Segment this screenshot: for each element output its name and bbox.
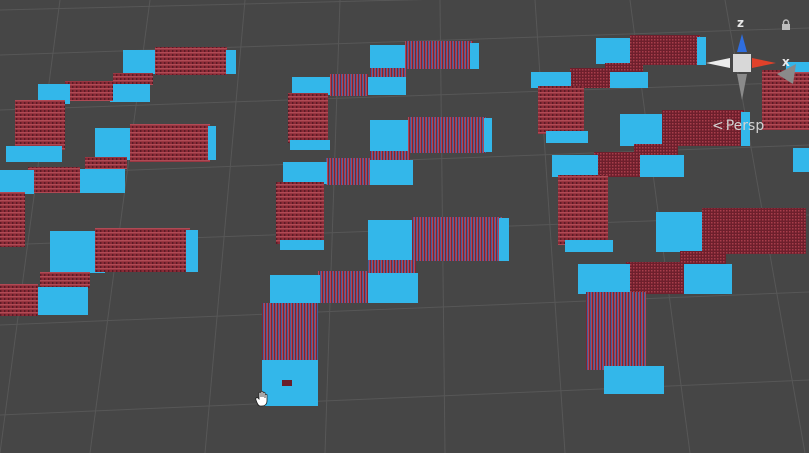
projection-label: Persp — [725, 118, 765, 134]
axis-x-cone[interactable] — [752, 58, 776, 68]
axis-neg-y-cone[interactable] — [737, 74, 747, 100]
projection-toggle[interactable]: < Persp — [712, 118, 764, 134]
axis-z-label: z — [737, 16, 744, 30]
lock-icon[interactable] — [780, 16, 792, 30]
level-block-left[interactable] — [0, 47, 236, 316]
scene-viewport[interactable]: z x < Persp — [0, 0, 809, 453]
axis-z-cone[interactable] — [737, 34, 747, 52]
pan-hand-cursor-icon — [253, 390, 273, 412]
axis-neg-x-cone[interactable] — [706, 58, 730, 68]
center-cube[interactable] — [733, 54, 751, 72]
level-block-middle[interactable] — [262, 41, 509, 406]
chevron-left-icon: < — [712, 118, 724, 134]
axis-x-label: x — [782, 55, 790, 69]
scene-canvas[interactable] — [0, 0, 809, 453]
